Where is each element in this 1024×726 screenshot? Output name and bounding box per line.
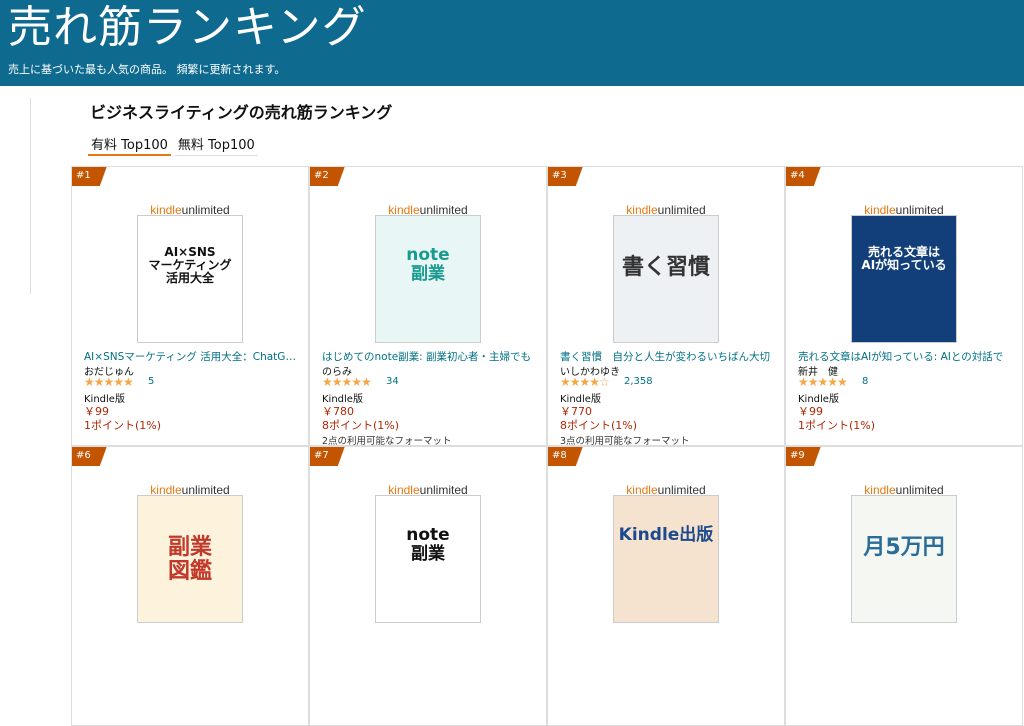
- product-card[interactable]: #9 kindleunlimited 月5万円: [785, 446, 1023, 726]
- cover-text: 売れる文章は AIが知っている: [861, 245, 947, 273]
- book-cover[interactable]: 書く習慣: [613, 215, 719, 343]
- header-banner: 売れ筋ランキング 売上に基づいた最も人気の商品。 頻繁に更新されます。: [0, 0, 1024, 86]
- product-points: 1ポイント(1%): [84, 419, 162, 432]
- product-card[interactable]: #2 kindleunlimited note 副業 はじめてのnote副業: …: [309, 166, 547, 446]
- cover-text: AI×SNS マーケティング 活用大全: [148, 245, 232, 286]
- page-subtitle: 売上に基づいた最も人気の商品。 頻繁に更新されます。: [8, 63, 286, 76]
- product-card[interactable]: #8 kindleunlimited Kindle出版: [547, 446, 785, 726]
- tab-paid-top100[interactable]: 有料 Top100: [88, 132, 171, 156]
- page-title: 売れ筋ランキング: [8, 2, 367, 53]
- star-rating[interactable]: ★★★★☆: [560, 375, 610, 389]
- product-title-link[interactable]: はじめてのnote副業: 副業初心者・主婦でも: [322, 349, 536, 364]
- available-formats-link[interactable]: 3点の利用可能なフォーマット: [560, 433, 690, 445]
- tab-bar: 有料 Top100 無料 Top100: [88, 132, 262, 156]
- product-points: 8ポイント(1%): [560, 419, 638, 432]
- star-rating[interactable]: ★★★★★: [798, 375, 848, 389]
- review-count[interactable]: 8: [862, 376, 868, 387]
- product-title-link[interactable]: 売れる文章はAIが知っている: AIとの対話で: [798, 349, 1012, 364]
- book-cover[interactable]: Kindle出版: [613, 495, 719, 623]
- star-rating[interactable]: ★★★★★: [84, 375, 134, 389]
- rank-badge: #1: [72, 167, 107, 186]
- rank-badge: #4: [786, 167, 821, 186]
- product-card[interactable]: #7 kindleunlimited note 副業: [309, 446, 547, 726]
- cover-text: Kindle出版: [618, 525, 714, 545]
- tab-free-top100[interactable]: 無料 Top100: [174, 132, 258, 156]
- category-title: ビジネスライティングの売れ筋ランキング: [90, 103, 393, 122]
- product-card[interactable]: #4 kindleunlimited 売れる文章は AIが知っている 売れる文章…: [785, 166, 1023, 446]
- book-cover[interactable]: note 副業: [375, 495, 481, 623]
- star-rating[interactable]: ★★★★★: [322, 375, 372, 389]
- cover-text: 書く習慣: [621, 255, 710, 280]
- rank-badge: #8: [548, 447, 583, 466]
- sidebar-divider: [30, 98, 31, 294]
- rank-badge: #3: [548, 167, 583, 186]
- available-formats-link[interactable]: 2点の利用可能なフォーマット: [322, 433, 452, 445]
- rank-badge: #6: [72, 447, 107, 466]
- rank-badge: #9: [786, 447, 821, 466]
- book-cover[interactable]: 副業 図鑑: [137, 495, 243, 623]
- product-title-link[interactable]: 書く習慣 自分と人生が変わるいちばん大切: [560, 349, 774, 364]
- review-count[interactable]: 34: [386, 376, 399, 387]
- product-card[interactable]: #3 kindleunlimited 書く習慣 書く習慣 自分と人生が変わるいち…: [547, 166, 785, 446]
- review-count[interactable]: 2,358: [624, 376, 653, 387]
- book-cover[interactable]: note 副業: [375, 215, 481, 343]
- product-title-link[interactable]: AI×SNSマーケティング 活用大全：ChatGPT: [84, 349, 298, 364]
- product-card[interactable]: #1 kindleunlimited AI×SNS マーケティング 活用大全 A…: [71, 166, 309, 446]
- cover-text: note 副業: [406, 525, 450, 564]
- cover-text: 副業 図鑑: [167, 535, 212, 585]
- review-count[interactable]: 5: [148, 376, 154, 387]
- product-card[interactable]: #6 kindleunlimited 副業 図鑑: [71, 446, 309, 726]
- book-cover[interactable]: AI×SNS マーケティング 活用大全: [137, 215, 243, 343]
- book-cover[interactable]: 月5万円: [851, 495, 957, 623]
- cover-text: 月5万円: [863, 535, 945, 560]
- book-cover[interactable]: 売れる文章は AIが知っている: [851, 215, 957, 343]
- rank-badge: #7: [310, 447, 345, 466]
- rank-badge: #2: [310, 167, 345, 186]
- product-points: 8ポイント(1%): [322, 419, 400, 432]
- cover-text: note 副業: [406, 245, 450, 284]
- product-points: 1ポイント(1%): [798, 419, 876, 432]
